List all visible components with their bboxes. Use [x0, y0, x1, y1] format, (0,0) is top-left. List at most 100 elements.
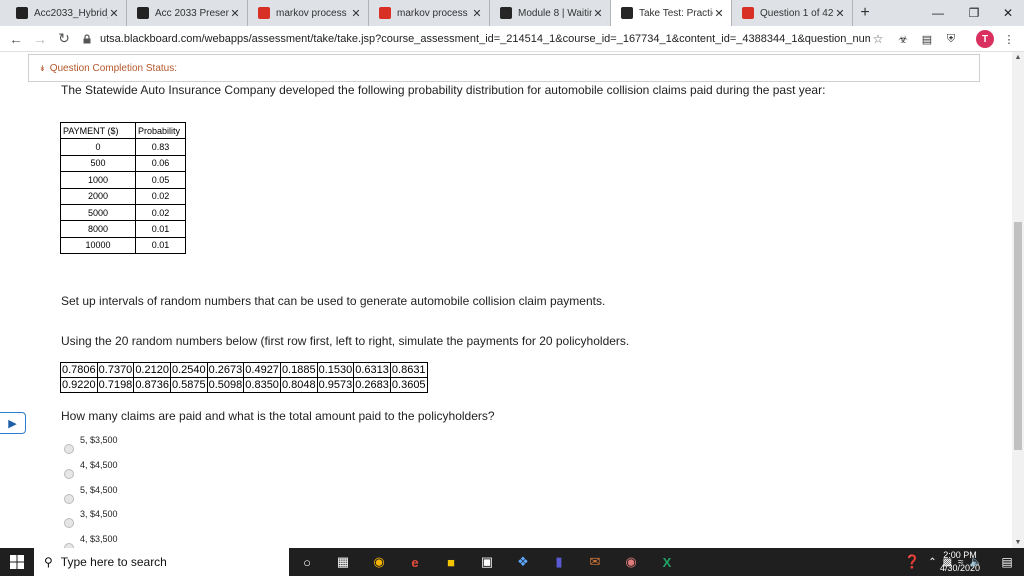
browser-tab[interactable]: Module 8 | Waitin ✕: [490, 0, 611, 26]
close-icon[interactable]: ✕: [592, 7, 604, 20]
url-text: utsa.blackboard.com/webapps/assessment/t…: [100, 33, 870, 45]
random-number-cell: 0.2120: [133, 362, 171, 378]
table-cell: 2000: [60, 187, 136, 205]
random-number-cell: 0.5098: [206, 377, 245, 393]
chrome-icon[interactable]: ◉: [361, 548, 397, 576]
file-explorer-icon[interactable]: ■: [433, 548, 469, 576]
extension-icon[interactable]: ☣: [894, 30, 912, 48]
radio-button[interactable]: [64, 518, 74, 528]
answer-option[interactable]: 5, $4,500: [64, 484, 118, 504]
cortana-icon[interactable]: ○: [289, 548, 325, 576]
window-close-button[interactable]: ✕: [990, 0, 1024, 26]
answer-label: 5, $4,500: [80, 485, 118, 495]
taskbar-clock[interactable]: 2:00 PM 4/30/2020: [930, 548, 990, 576]
windows-start-icon[interactable]: [0, 548, 34, 576]
close-icon[interactable]: ✕: [108, 7, 120, 20]
lock-icon: [83, 34, 91, 44]
close-icon[interactable]: ✕: [834, 7, 846, 20]
random-number-cell: 0.4927: [243, 362, 281, 378]
reload-icon[interactable]: ↻: [52, 27, 76, 51]
column-header: PAYMENT ($): [60, 121, 136, 140]
yahoo-icon: [379, 7, 391, 19]
table-cell: 0.02: [135, 203, 186, 222]
answer-option[interactable]: 4, $3,500: [64, 533, 118, 548]
close-icon[interactable]: ✕: [229, 7, 241, 20]
table-row: 10000 0.01: [60, 236, 186, 255]
table-cell: 0.01: [135, 236, 186, 255]
page-content: ↡ Question Completion Status: The Statew…: [0, 52, 1012, 548]
task-view-icon[interactable]: ▦: [325, 548, 361, 576]
table-cell: 0.02: [135, 187, 186, 205]
scroll-thumb[interactable]: [1014, 222, 1022, 450]
store-icon[interactable]: ▣: [469, 548, 505, 576]
answer-option[interactable]: 5, $3,500: [64, 434, 118, 454]
radio-button[interactable]: [64, 444, 74, 454]
close-icon[interactable]: ✕: [713, 7, 725, 20]
browser-tab[interactable]: markov process m ✕: [369, 0, 490, 26]
minimize-button[interactable]: —: [920, 0, 956, 26]
random-number-cell: 0.7370: [96, 362, 135, 378]
radio-button[interactable]: [64, 494, 74, 504]
help-icon[interactable]: ❓: [904, 554, 920, 570]
question-intro: The Statewide Auto Insurance Company dev…: [61, 83, 826, 97]
answer-label: 4, $3,500: [80, 534, 118, 544]
edge-icon[interactable]: e: [397, 548, 433, 576]
browser-tab[interactable]: Question 1 of 42 ✕: [732, 0, 853, 26]
table-cell: 0.83: [135, 138, 186, 156]
column-header: Probability: [135, 121, 186, 140]
close-icon[interactable]: ✕: [471, 7, 483, 20]
address-bar[interactable]: utsa.blackboard.com/webapps/assessment/t…: [78, 28, 886, 50]
new-tab-button[interactable]: +: [853, 4, 877, 22]
table-row: 5000 0.02: [60, 203, 186, 222]
app-icon[interactable]: ▮: [541, 548, 577, 576]
random-number-cell: 0.7198: [96, 377, 135, 393]
browser-tab[interactable]: markov process m ✕: [248, 0, 369, 26]
question-completion-status[interactable]: ↡ Question Completion Status:: [28, 54, 980, 82]
random-number-cell: 0.7806: [60, 362, 98, 378]
forward-arrow-icon[interactable]: →: [28, 27, 52, 51]
table-row: 0 0.83: [60, 138, 186, 156]
extension-icon[interactable]: ▤: [918, 30, 936, 48]
notification-icon[interactable]: ▤: [990, 548, 1024, 576]
browser-tab[interactable]: Take Test: Practice✕: [611, 0, 732, 26]
scroll-down-icon[interactable]: ▼: [1012, 539, 1024, 546]
dropbox-icon[interactable]: ❖: [505, 548, 541, 576]
app-icon[interactable]: ✉: [577, 548, 613, 576]
scroll-up-icon[interactable]: ▲: [1012, 54, 1024, 61]
random-number-cell: 0.5875: [169, 377, 208, 393]
profile-avatar[interactable]: T: [976, 30, 994, 48]
probability-table: PAYMENT ($) Probability 0 0.83 500 0.06 1000…: [60, 121, 186, 255]
excel-icon[interactable]: X: [649, 548, 685, 576]
maximize-button[interactable]: ❐: [956, 0, 992, 26]
table-row: 0.9220 0.7198 0.8736 0.5875 0.5098 0.8350 0.80…: [60, 377, 428, 393]
radio-button[interactable]: [64, 469, 74, 479]
menu-kebab-icon[interactable]: ⋮: [1000, 30, 1018, 48]
answer-label: 5, $3,500: [80, 435, 118, 445]
back-arrow-icon[interactable]: ←: [4, 27, 28, 51]
bookmark-star-icon[interactable]: ☆: [870, 32, 886, 46]
random-number-cell: 0.2683: [353, 377, 391, 393]
browser-tab[interactable]: Acc2033_Hybrid_S✕: [6, 0, 127, 26]
random-number-cell: 0.8631: [389, 362, 428, 378]
random-number-cell: 0.6313: [353, 362, 391, 378]
taskbar-search-box[interactable]: ⚲ Type here to search: [34, 548, 289, 576]
shield-icon[interactable]: ⛨: [942, 30, 960, 48]
answer-option[interactable]: 3, $4,500: [64, 508, 118, 528]
browser-tab[interactable]: Acc 2033 Present ✕: [127, 0, 248, 26]
app-icon[interactable]: ◉: [613, 548, 649, 576]
table-cell: 0.06: [135, 154, 186, 173]
play-arrow-icon[interactable]: ▶: [0, 412, 26, 434]
instruction-intervals: Set up intervals of random numbers that …: [61, 294, 606, 308]
random-number-cell: 0.8350: [243, 377, 281, 393]
answer-option[interactable]: 4, $4,500: [64, 459, 118, 479]
vertical-scrollbar[interactable]: ▲ ▼: [1012, 52, 1024, 548]
yahoo-icon: [258, 7, 270, 19]
close-icon[interactable]: ✕: [350, 7, 362, 20]
question-text: How many claims are paid and what is the…: [61, 409, 495, 423]
instruction-simulate: Using the 20 random numbers below (first…: [61, 334, 630, 348]
blackboard-icon: [500, 7, 512, 19]
blackboard-icon: [621, 7, 633, 19]
random-numbers-table: 0.7806 0.7370 0.2120 0.2540 0.2673 0.4927 0.18…: [60, 362, 428, 393]
yahoo-icon: [742, 7, 754, 19]
random-number-cell: 0.1530: [316, 362, 355, 378]
